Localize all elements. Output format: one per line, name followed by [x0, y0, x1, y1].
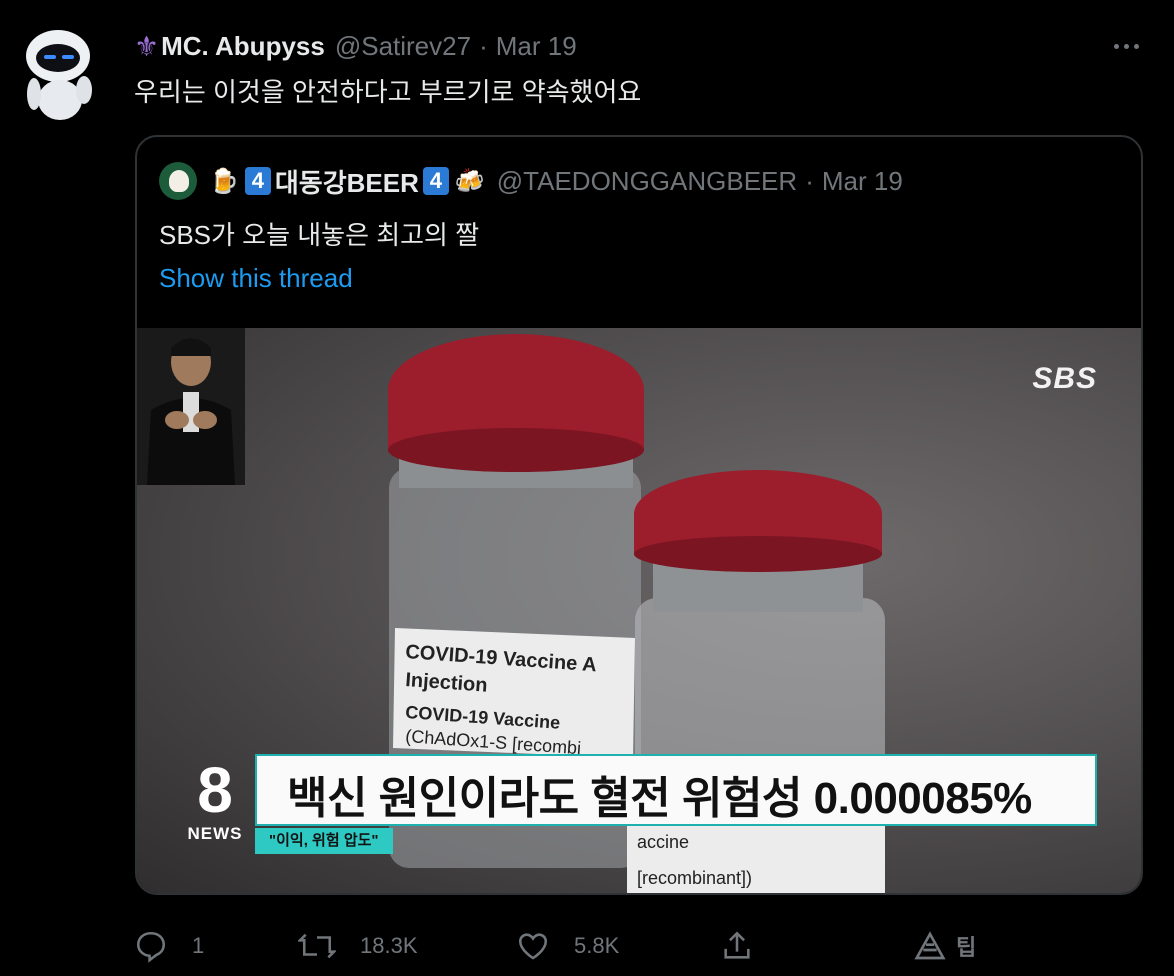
- tip-button[interactable]: 팁: [914, 924, 976, 968]
- retweet-icon: [298, 933, 336, 959]
- quoted-author-handle[interactable]: @TAEDONGGANGBEER: [497, 166, 797, 197]
- sbs-8-news-logo: 8 NEWS: [183, 754, 247, 844]
- sign-language-interpreter: [137, 328, 245, 485]
- retweet-button[interactable]: 18.3K: [298, 924, 418, 968]
- beer-mug-icon: 🍺: [209, 167, 239, 195]
- news-logo-word: NEWS: [187, 824, 243, 843]
- like-count: 5.8K: [574, 933, 620, 958]
- more-options-icon[interactable]: [1114, 36, 1146, 56]
- quoted-tweet-header: 🍺 4 대동강BEER 4 🍻 @TAEDONGGANGBEER · Mar 1…: [159, 162, 903, 200]
- tweet-media-image[interactable]: COVID-19 Vaccine A Injection COVID-19 Va…: [137, 328, 1141, 893]
- tip-jar-icon: [914, 931, 946, 960]
- news-logo-number: 8: [197, 754, 233, 826]
- news-subtitle-tag: "이익, 위험 압도": [255, 828, 393, 854]
- keycap-badge: 4: [422, 167, 449, 195]
- reply-count: 1: [192, 933, 205, 958]
- quoted-author-avatar[interactable]: [159, 162, 197, 200]
- quoted-tweet-text: SBS가 오늘 내놓은 최고의 짤: [159, 220, 480, 250]
- tweet-action-bar: 1 18.3K 5.8K 팁: [0, 924, 1174, 968]
- news-headline: 백신 원인이라도 혈전 위험성 0.000085%: [287, 774, 1032, 823]
- tip-label: 팁: [956, 935, 977, 960]
- clinking-beer-icon: 🍻: [454, 167, 485, 195]
- quoted-tweet-date[interactable]: Mar 19: [822, 166, 903, 197]
- share-icon: [724, 931, 750, 959]
- vial-label-text: accine: [637, 832, 689, 852]
- meta-separator: ·: [805, 165, 814, 196]
- reply-button[interactable]: 1: [134, 924, 204, 968]
- author-avatar[interactable]: [20, 28, 96, 120]
- retweet-count: 18.3K: [360, 933, 418, 958]
- quoted-author-name[interactable]: 대동강BEER: [275, 163, 419, 200]
- heart-icon: [518, 933, 548, 960]
- vial-label-text: [recombinant]): [637, 868, 752, 888]
- tweet-header: ⚜ MC. Abupyss @Satirev27 · Mar 19: [134, 30, 577, 62]
- author-handle[interactable]: @Satirev27: [335, 31, 471, 62]
- tweet-text: 우리는 이것을 안전하다고 부르기로 약속했어요: [134, 77, 642, 107]
- reply-icon: [136, 931, 166, 963]
- tweet-date[interactable]: Mar 19: [496, 31, 577, 62]
- author-name[interactable]: MC. Abupyss: [161, 31, 325, 62]
- share-button[interactable]: [720, 924, 778, 968]
- fleur-de-lis-icon: ⚜: [134, 30, 160, 62]
- show-thread-link[interactable]: Show this thread: [159, 263, 353, 294]
- like-button[interactable]: 5.8K: [516, 924, 619, 968]
- sbs-logo: SBS: [1032, 362, 1097, 395]
- quoted-tweet-card[interactable]: 🍺 4 대동강BEER 4 🍻 @TAEDONGGANGBEER · Mar 1…: [135, 135, 1143, 895]
- meta-separator: ·: [479, 30, 488, 61]
- keycap-badge: 4: [244, 167, 271, 195]
